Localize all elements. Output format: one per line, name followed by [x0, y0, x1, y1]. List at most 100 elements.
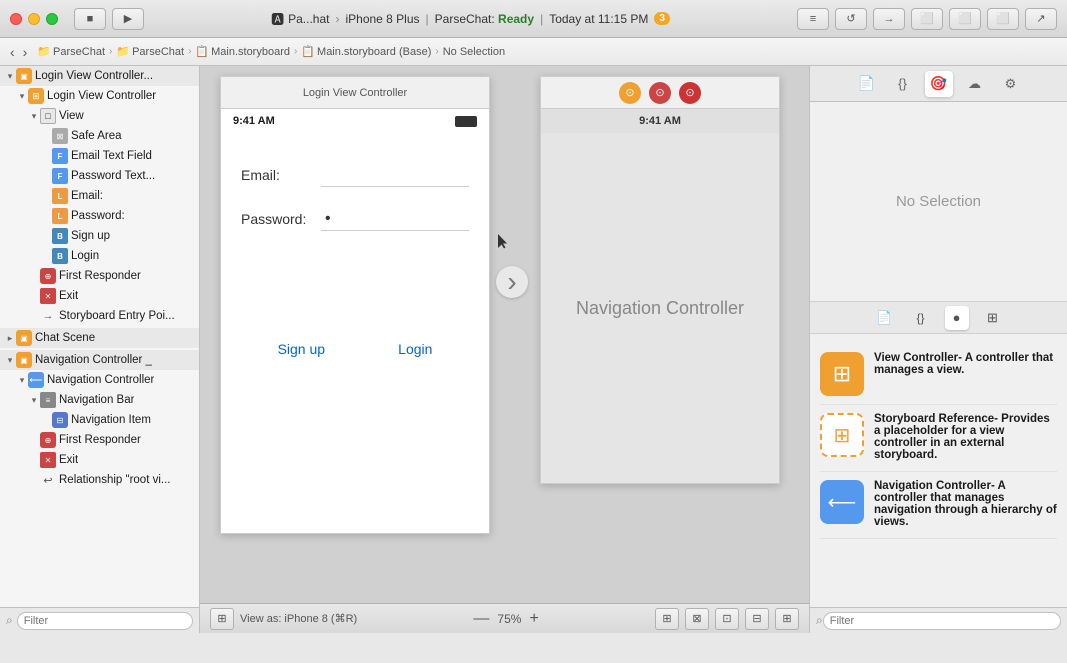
tab-identity[interactable]: 🎯	[925, 71, 953, 97]
tree-item-email-label[interactable]: L Email:	[0, 186, 199, 206]
bc-item-2[interactable]: ParseChat	[132, 46, 184, 58]
email-input-field[interactable]	[321, 163, 469, 187]
tree-label: Chat Scene	[35, 332, 95, 344]
tree-label: Exit	[59, 290, 78, 302]
tree-item-first-responder[interactable]: ⊕ First Responder	[0, 266, 199, 286]
tree-item-view[interactable]: □ View	[0, 106, 199, 126]
tree-item-safe-area[interactable]: ⊠ Safe Area	[0, 126, 199, 146]
tree-item-nav-bar[interactable]: ≡ Navigation Bar	[0, 390, 199, 410]
zoom-in-btn[interactable]: +	[529, 610, 538, 628]
tree-arrow	[28, 310, 40, 322]
tree-item-nav-item[interactable]: ⊟ Navigation Item	[0, 410, 199, 430]
bc-item-3[interactable]: Main.storyboard	[211, 46, 290, 58]
tree-item-chat-scene[interactable]: ▣ Chat Scene	[0, 328, 199, 348]
tree-label: Password Text...	[71, 170, 155, 182]
warning-badge[interactable]: 3	[654, 12, 670, 25]
nav-ctrl-frame[interactable]: ⊙ ⊙ ⊙ 9:41 AM Navigation Controller	[540, 76, 780, 484]
lib-tab-2[interactable]: {}	[909, 306, 933, 330]
bc-item-4[interactable]: Main.storyboard (Base)	[317, 46, 431, 58]
titlebar: ■ ▶ 🅰 Pa...hat › iPhone 8 Plus | ParseCh…	[0, 0, 1067, 38]
tree-label: Email Text Field	[71, 150, 152, 162]
tree-item-storyboard-entry[interactable]: → Storyboard Entry Poi...	[0, 306, 199, 326]
tree-arrow	[28, 394, 40, 406]
align-btn-3[interactable]: ⊡	[715, 608, 739, 630]
lib-filter-input[interactable]	[823, 612, 1061, 630]
tree-arrow	[28, 454, 40, 466]
filter-input[interactable]	[17, 612, 193, 630]
object-library: ⊞ View Controller- A controller that man…	[810, 334, 1067, 607]
lib-item-sb[interactable]: ⊞ Storyboard Reference- Provides a place…	[820, 405, 1057, 472]
nav-ctrl-label: Navigation Controller	[576, 298, 744, 319]
lib-tab-3[interactable]: ●	[945, 306, 969, 330]
canvas-area[interactable]: Login View Controller 9:41 AM Email: Pas…	[200, 66, 809, 603]
tree-arrow	[16, 90, 28, 102]
fullscreen-button[interactable]	[46, 13, 58, 25]
signup-button[interactable]: Sign up	[278, 341, 325, 357]
tree-item-nav-ctrl[interactable]: ⟵ Navigation Controller	[0, 370, 199, 390]
run-button[interactable]: ▶	[112, 8, 144, 30]
tree-item-first-responder2[interactable]: ⊕ First Responder	[0, 430, 199, 450]
tree-item-relationship[interactable]: ↩ Relationship "root vi...	[0, 470, 199, 490]
tree-item-login-scene-header[interactable]: ▣ Login View Controller...	[0, 66, 199, 86]
toolbar-btn-4[interactable]: ⬜	[911, 8, 943, 30]
tab-file[interactable]: 📄	[853, 71, 881, 97]
entry-icon: →	[40, 308, 56, 324]
tab-code[interactable]: {}	[889, 71, 917, 97]
toolbar-btn-3[interactable]: →	[873, 8, 905, 30]
no-selection-text: No Selection	[896, 193, 981, 210]
bc-forward[interactable]: ›	[21, 44, 30, 60]
toolbar-btn-2[interactable]: ↺	[835, 8, 867, 30]
zoom-out-btn[interactable]: —	[473, 610, 489, 628]
password-input-field[interactable]: •	[321, 207, 469, 231]
tree-item-password-label[interactable]: L Password:	[0, 206, 199, 226]
toolbar-btn-5[interactable]: ⬜	[949, 8, 981, 30]
bc-item-1[interactable]: ParseChat	[53, 46, 105, 58]
lib-item-nc[interactable]: ⟵ Navigation Controller- A controller th…	[820, 472, 1057, 539]
bc-back[interactable]: ‹	[8, 44, 17, 60]
stop-button[interactable]: ■	[74, 8, 106, 30]
tree-arrow	[28, 290, 40, 302]
align-btn-2[interactable]: ⊠	[685, 608, 709, 630]
navitem-icon: ⊟	[52, 412, 68, 428]
tab-settings[interactable]: ⚙	[997, 71, 1025, 97]
vc-frame-header: Login View Controller	[221, 77, 489, 109]
vc-frame-title: Login View Controller	[303, 87, 407, 99]
tree-label: Login View Controller...	[35, 70, 153, 82]
toolbar-btn-6[interactable]: ⬜	[987, 8, 1019, 30]
tree-item-password-field[interactable]: F Password Text...	[0, 166, 199, 186]
title-area: 🅰 Pa...hat › iPhone 8 Plus | ParseChat: …	[152, 9, 789, 28]
tree-item-nav-scene[interactable]: ▣ Navigation Controller _	[0, 350, 199, 370]
tab-attributes[interactable]: ☁	[961, 71, 989, 97]
tree-item-signup-btn[interactable]: B Sign up	[0, 226, 199, 246]
label-icon: L	[52, 208, 68, 224]
lib-tab-1[interactable]: 📄	[873, 306, 897, 330]
tree-item-exit2[interactable]: ✕ Exit	[0, 450, 199, 470]
toolbar-btn-7[interactable]: ↗	[1025, 8, 1057, 30]
tree-item-exit[interactable]: ✕ Exit	[0, 286, 199, 306]
tree-view: ▣ Login View Controller... ⊞ Login View …	[0, 66, 199, 607]
device-label: iPhone 8 Plus	[345, 12, 419, 26]
relation-icon: ↩	[40, 472, 56, 488]
tree-arrow	[28, 434, 40, 446]
close-button[interactable]	[10, 13, 22, 25]
tree-item-email-field[interactable]: F Email Text Field	[0, 146, 199, 166]
lib-vc-text: View Controller- A controller that manag…	[874, 352, 1057, 378]
iphone-statusbar: 9:41 AM	[221, 109, 489, 133]
lib-item-vc[interactable]: ⊞ View Controller- A controller that man…	[820, 344, 1057, 405]
tree-item-login-vc[interactable]: ⊞ Login View Controller	[0, 86, 199, 106]
lib-nc-text: Navigation Controller- A controller that…	[874, 480, 1057, 530]
tree-item-login-btn[interactable]: B Login	[0, 246, 199, 266]
toolbar-btn-1[interactable]: ≡	[797, 8, 829, 30]
view-toggle-btn[interactable]: ⊞	[210, 608, 234, 630]
login-vc-frame[interactable]: Login View Controller 9:41 AM Email: Pas…	[220, 76, 490, 534]
login-button[interactable]: Login	[398, 341, 432, 357]
bc-item-5[interactable]: No Selection	[443, 46, 505, 58]
lib-tab-4[interactable]: ⊞	[981, 306, 1005, 330]
toolbar-right: ≡ ↺ → ⬜ ⬜ ⬜ ↗	[797, 8, 1057, 30]
minimize-button[interactable]	[28, 13, 40, 25]
align-btn-5[interactable]: ⊞	[775, 608, 799, 630]
align-btn-1[interactable]: ⊞	[655, 608, 679, 630]
align-btn-4[interactable]: ⊟	[745, 608, 769, 630]
bottom-bar: ⊞ View as: iPhone 8 (⌘R) — 75% + ⊞ ⊠ ⊡ ⊟…	[200, 603, 809, 633]
password-label: Password:	[241, 211, 321, 227]
